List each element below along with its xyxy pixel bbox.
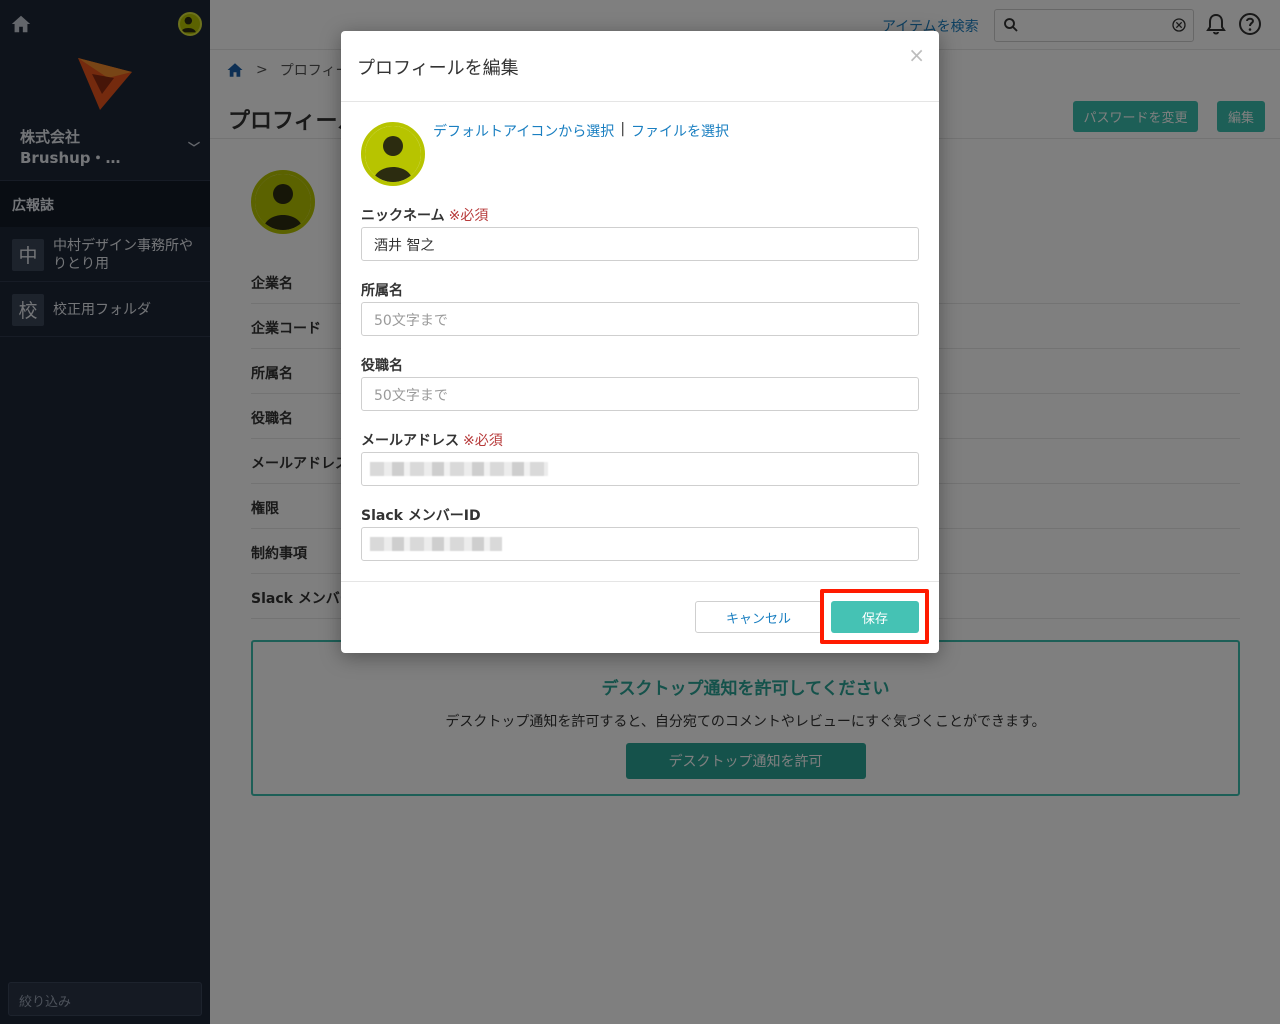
user-silhouette-icon: [365, 126, 421, 182]
department-placeholder: 50文字まで: [374, 313, 448, 329]
link-separator: |: [620, 121, 626, 137]
default-icon-link[interactable]: デフォルトアイコンから選択: [433, 121, 614, 141]
nickname-field[interactable]: 酒井 智之: [361, 227, 919, 261]
required-mark: ※必須: [463, 433, 503, 449]
email-label-text: メールアドレス: [361, 433, 459, 449]
save-button-highlight: [820, 589, 929, 644]
department-label: 所属名: [361, 283, 403, 299]
email-field[interactable]: [361, 452, 919, 486]
icon-select-links: デフォルトアイコンから選択 | ファイルを選択: [433, 121, 729, 141]
cancel-button[interactable]: キャンセル: [695, 601, 822, 633]
position-field[interactable]: 50文字まで: [361, 377, 919, 411]
email-label: メールアドレス ※必須: [361, 430, 503, 450]
redacted-email: [370, 462, 548, 476]
nickname-value: 酒井 智之: [374, 238, 435, 254]
dialog-title: プロフィールを編集: [357, 58, 519, 79]
close-icon[interactable]: ×: [908, 45, 925, 65]
dialog-footer-divider: [341, 581, 939, 582]
dialog-header: プロフィールを編集 ×: [341, 31, 939, 102]
slack-label: Slack メンバーID: [361, 508, 481, 524]
redacted-slack-id: [370, 537, 502, 551]
position-placeholder: 50文字まで: [374, 388, 448, 404]
required-mark: ※必須: [448, 208, 489, 224]
profile-avatar: [361, 122, 425, 186]
edit-profile-dialog: プロフィールを編集 × デフォルトアイコンから選択 | ファイルを選択 ニックネ…: [341, 31, 939, 653]
nickname-label-text: ニックネーム: [361, 208, 445, 224]
position-label: 役職名: [361, 358, 403, 374]
nickname-label: ニックネーム ※必須: [361, 205, 488, 225]
department-field[interactable]: 50文字まで: [361, 302, 919, 336]
choose-file-link[interactable]: ファイルを選択: [631, 121, 729, 141]
slack-member-id-field[interactable]: [361, 527, 919, 561]
